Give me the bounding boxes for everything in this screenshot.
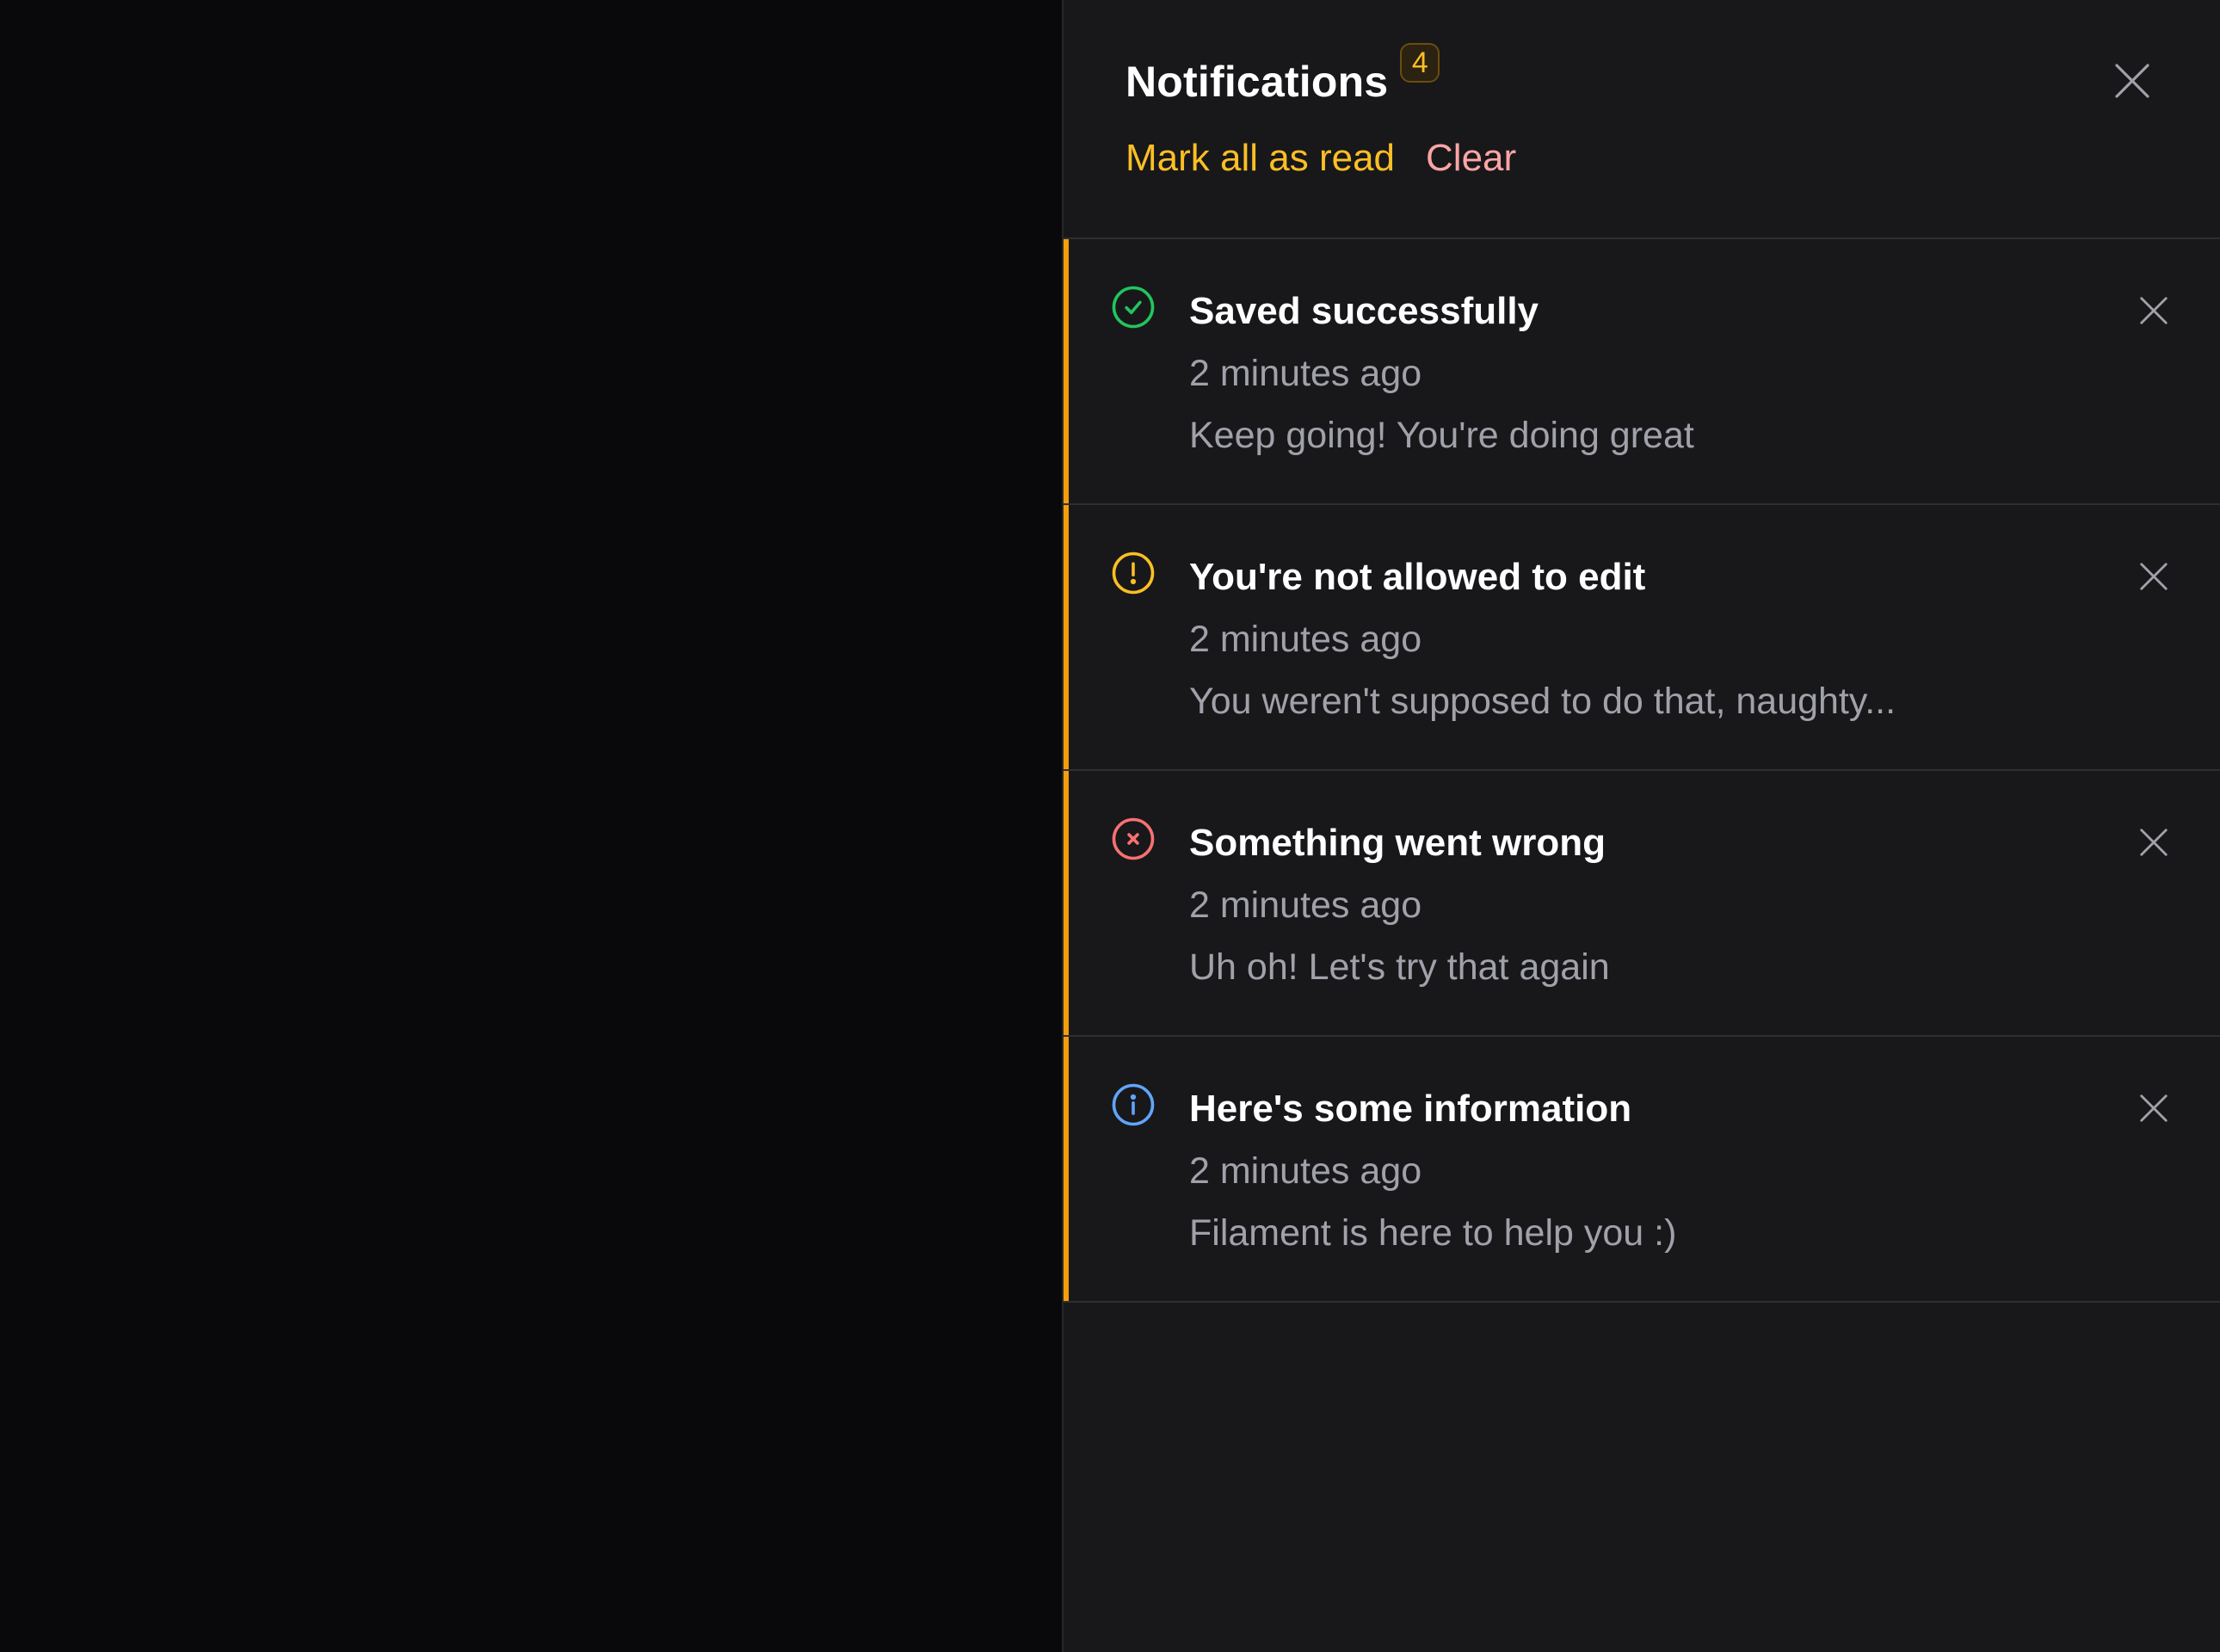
notification-time: 2 minutes ago [1189, 619, 1422, 660]
notifications-panel: Notifications 4 Mark all as read Clear S… [1062, 0, 2220, 1652]
notification-title: Here's some information [1189, 1088, 1632, 1130]
panel-actions: Mark all as read Clear [1125, 133, 1516, 184]
notification-body: Filament is here to help you :) [1189, 1212, 1677, 1254]
mark-all-as-read-link[interactable]: Mark all as read [1125, 133, 1395, 184]
title-row: Notifications 4 [1125, 43, 1440, 110]
unread-indicator [1064, 239, 1069, 503]
clear-notifications-link[interactable]: Clear [1426, 133, 1516, 184]
notification-body: Uh oh! Let's try that again [1189, 946, 1610, 988]
dismiss-notification-icon[interactable] [2137, 826, 2170, 859]
notification-body: Keep going! You're doing great [1189, 415, 1694, 456]
notification-body: You weren't supposed to do that, naughty… [1189, 681, 1896, 722]
unread-count-badge: 4 [1400, 43, 1440, 83]
unread-indicator [1064, 505, 1069, 769]
unread-indicator [1064, 1037, 1069, 1301]
dismiss-notification-icon[interactable] [2137, 1092, 2170, 1125]
notification-item: Something went wrong 2 minutes ago Uh oh… [1064, 771, 2220, 1037]
notification-item: Here's some information 2 minutes ago Fi… [1064, 1037, 2220, 1303]
panel-header: Notifications 4 Mark all as read Clear [1064, 0, 2220, 239]
exclamation-circle-icon [1112, 552, 1155, 595]
notification-title: Saved successfully [1189, 290, 1539, 332]
notification-title: You're not allowed to edit [1189, 556, 1646, 598]
notification-time: 2 minutes ago [1189, 1150, 1422, 1192]
notification-title: Something went wrong [1189, 822, 1606, 864]
modal-backdrop[interactable] [0, 0, 1062, 1652]
information-circle-icon [1112, 1083, 1155, 1126]
dismiss-notification-icon[interactable] [2137, 560, 2170, 593]
close-icon[interactable] [2112, 60, 2153, 102]
check-circle-icon [1112, 286, 1155, 329]
panel-title: Notifications [1125, 58, 1389, 106]
notification-time: 2 minutes ago [1189, 885, 1422, 926]
notification-item: Saved successfully 2 minutes ago Keep go… [1064, 239, 2220, 505]
dismiss-notification-icon[interactable] [2137, 294, 2170, 327]
notification-list: Saved successfully 2 minutes ago Keep go… [1064, 239, 2220, 1303]
x-circle-icon [1112, 817, 1155, 860]
notification-item: You're not allowed to edit 2 minutes ago… [1064, 505, 2220, 771]
unread-indicator [1064, 771, 1069, 1035]
notification-time: 2 minutes ago [1189, 353, 1422, 394]
